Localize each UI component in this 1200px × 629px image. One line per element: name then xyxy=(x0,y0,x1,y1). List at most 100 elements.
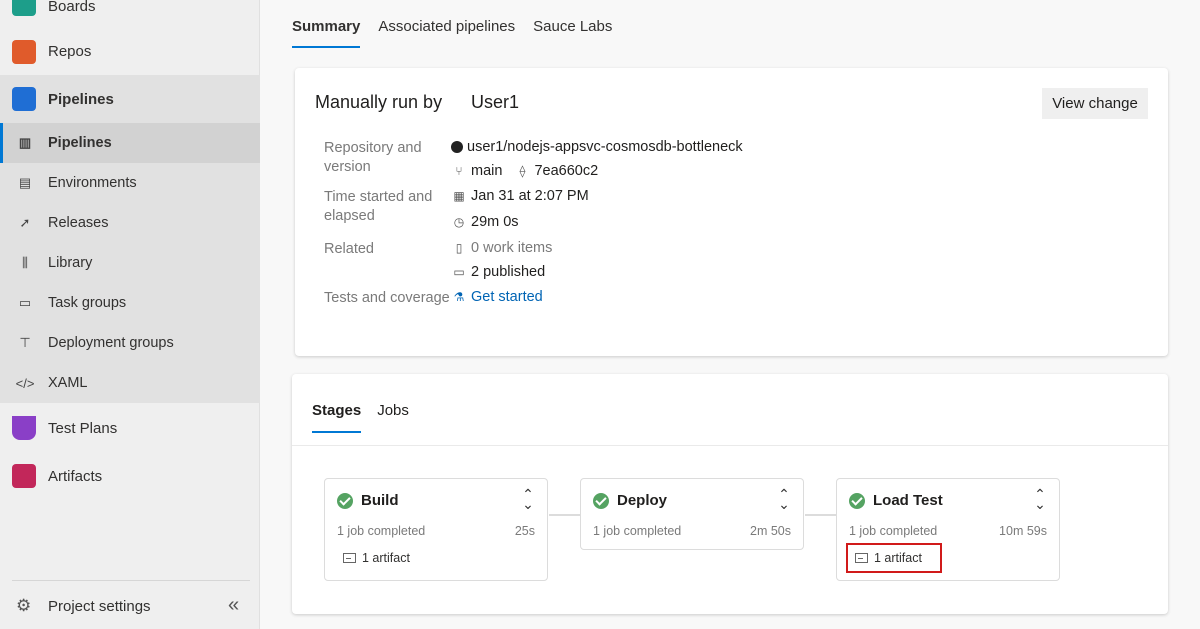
nav-repos[interactable]: Repos xyxy=(0,38,260,66)
clock-icon: ◷ xyxy=(453,215,465,229)
branch-name[interactable]: main xyxy=(471,163,502,179)
stage-artifact-link[interactable]: 1 artifact xyxy=(343,551,410,565)
elapsed-value: ◷ 29m 0s xyxy=(451,214,519,230)
nav-sub-deployment-groups[interactable]: ⊤ Deployment groups xyxy=(0,323,260,363)
nav-sub-releases[interactable]: ➚ Releases xyxy=(0,203,260,243)
stage-duration: 25s xyxy=(514,524,535,538)
related-label: Related xyxy=(324,241,374,257)
releases-icon: ➚ xyxy=(19,215,31,230)
nav-sub-label: Task groups xyxy=(48,295,127,311)
environments-icon: ▤ xyxy=(18,175,32,190)
nav-artifacts[interactable]: Artifacts xyxy=(0,462,260,490)
stage-jobs: 1 job completed xyxy=(337,524,426,538)
nav-sub-pipelines[interactable]: ▥ Pipelines xyxy=(0,123,260,163)
boards-icon xyxy=(12,0,36,16)
elapsed-time: 29m 0s xyxy=(471,214,519,230)
stage-name: Build xyxy=(361,492,399,509)
expand-icon[interactable]: ⌃ ⌄ xyxy=(521,487,535,511)
nav-sub-xaml[interactable]: </> XAML xyxy=(0,363,260,403)
stage-duration: 10m 59s xyxy=(999,524,1047,538)
stage-duration: 2m 50s xyxy=(750,524,791,538)
artifact-count: 1 artifact xyxy=(362,551,410,565)
nav-sub-label: Library xyxy=(48,255,93,271)
stages-divider xyxy=(292,445,1168,446)
nav-boards[interactable]: Boards xyxy=(0,0,260,20)
project-settings-label: Project settings xyxy=(48,597,151,615)
run-title: Manually run by xyxy=(315,92,443,112)
nav-sub-environments[interactable]: ▤ Environments xyxy=(0,163,260,203)
published-artifacts[interactable]: ▭ 2 published xyxy=(451,264,545,280)
repo-value[interactable]: user1/nodejs-appsvc-cosmosdb-bottleneck xyxy=(451,139,743,155)
github-icon xyxy=(451,141,463,153)
branch-icon: ⑂ xyxy=(455,164,463,178)
work-item-icon: ▯ xyxy=(455,241,463,255)
nav-sub-label: Pipelines xyxy=(48,135,112,151)
gear-icon: ⚙ xyxy=(16,596,32,615)
nav-pipelines[interactable]: Pipelines xyxy=(0,85,260,113)
nav-test-plans-label: Test Plans xyxy=(48,420,118,437)
deployment-groups-icon: ⊤ xyxy=(19,335,31,350)
nav-test-plans[interactable]: Test Plans xyxy=(0,414,260,442)
branch-commit: ⑂ main ⟠ 7ea660c2 xyxy=(451,163,598,179)
stage-name: Load Test xyxy=(873,492,943,509)
work-items[interactable]: ▯ 0 work items xyxy=(451,240,553,256)
tab-associated-pipelines[interactable]: Associated pipelines xyxy=(378,18,515,45)
tab-sauce-labs[interactable]: Sauce Labs xyxy=(533,18,612,45)
nav-sub-label: Releases xyxy=(48,215,109,231)
stage-build[interactable]: Build ⌃ ⌄ 1 job completed 25s 1 artifact xyxy=(324,478,548,581)
pipelines-sub-icon: ▥ xyxy=(18,135,32,150)
nav-pipelines-label: Pipelines xyxy=(48,91,114,108)
artifacts-icon xyxy=(12,464,36,488)
stage-name: Deploy xyxy=(617,492,668,509)
expand-icon[interactable]: ⌃ ⌄ xyxy=(1033,487,1047,511)
stage-jobs: 1 job completed xyxy=(593,524,682,538)
repo-name: user1/nodejs-appsvc-cosmosdb-bottleneck xyxy=(467,139,743,155)
artifact-icon xyxy=(343,553,356,563)
flask-icon: ⚗ xyxy=(453,290,465,304)
nav-sub-label: Environments xyxy=(48,175,137,191)
nav-repos-label: Repos xyxy=(48,43,92,60)
success-icon xyxy=(593,493,609,509)
nav-sub-label: Deployment groups xyxy=(48,335,174,351)
task-groups-icon: ▭ xyxy=(18,295,32,310)
repo-label: Repository and version xyxy=(324,140,422,175)
nav-boards-label: Boards xyxy=(48,0,96,15)
pipelines-group: Pipelines ▥ Pipelines ▤ Environments ➚ R… xyxy=(0,75,260,403)
run-tabs: Summary Associated pipelines Sauce Labs xyxy=(292,18,630,48)
success-icon xyxy=(337,493,353,509)
artifact-icon: ▭ xyxy=(453,265,465,279)
stage-deploy[interactable]: Deploy ⌃ ⌄ 1 job completed 2m 50s xyxy=(580,478,804,550)
repos-icon xyxy=(12,40,36,64)
time-label: Time started and elapsed xyxy=(324,189,433,224)
commit-icon: ⟠ xyxy=(519,164,526,178)
tests-label: Tests and coverage xyxy=(324,290,450,306)
stages-card: Stages Jobs Build ⌃ ⌄ 1 job completed 25s… xyxy=(292,374,1168,614)
work-items-text: 0 work items xyxy=(471,240,553,256)
xaml-icon: </> xyxy=(15,375,35,391)
stage-connector xyxy=(549,514,581,516)
artifact-highlight-box xyxy=(846,543,942,573)
published-text: 2 published xyxy=(471,264,546,280)
commit-id[interactable]: 7ea660c2 xyxy=(534,163,598,179)
tests-get-started[interactable]: ⚗ Get started xyxy=(451,289,543,305)
pipelines-icon xyxy=(12,87,36,111)
expand-icon[interactable]: ⌃ ⌄ xyxy=(777,487,791,511)
collapse-sidebar-icon[interactable]: « xyxy=(228,594,239,617)
tab-jobs[interactable]: Jobs xyxy=(377,402,409,429)
view-change-button[interactable]: View change xyxy=(1042,88,1148,119)
test-plans-icon xyxy=(12,416,36,440)
nav-sub-task-groups[interactable]: ▭ Task groups xyxy=(0,283,260,323)
sidebar-divider xyxy=(12,580,250,581)
success-icon xyxy=(849,493,865,509)
tab-stages[interactable]: Stages xyxy=(312,402,362,433)
stages-tabs: Stages Jobs xyxy=(312,402,425,433)
library-icon: ⫼ xyxy=(22,255,28,270)
started-time: Jan 31 at 2:07 PM xyxy=(471,188,589,204)
left-navigation: Boards Repos Pipelines ▥ Pipelines ▤ Env… xyxy=(0,0,260,629)
summary-card: Manually run by User1 View change Reposi… xyxy=(295,68,1168,356)
nav-sub-library[interactable]: ⫼ Library xyxy=(0,243,260,283)
run-user: User1 xyxy=(471,92,520,112)
project-settings[interactable]: ⚙ Project settings xyxy=(16,596,151,616)
get-started-link[interactable]: Get started xyxy=(471,289,543,305)
tab-summary[interactable]: Summary xyxy=(292,18,361,48)
